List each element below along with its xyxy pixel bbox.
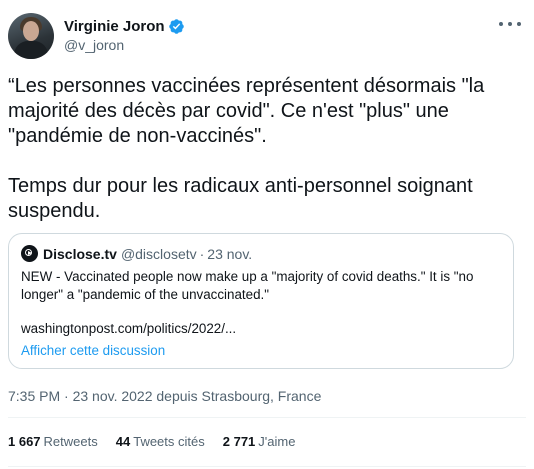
quote-tweets-label: Tweets cités bbox=[133, 434, 205, 449]
quoted-author-name: Disclose.tv bbox=[43, 245, 117, 262]
retweets-count: 1 667 bbox=[8, 434, 41, 449]
tweet: Virginie Joron @v_joron “Les personnes v… bbox=[0, 0, 534, 469]
author-name[interactable]: Virginie Joron bbox=[64, 17, 165, 36]
divider bbox=[8, 466, 526, 467]
likes-stat[interactable]: 2 771 J'aime bbox=[223, 433, 296, 451]
author-name-row[interactable]: Virginie Joron bbox=[64, 17, 185, 36]
tweet-header: Virginie Joron @v_joron bbox=[8, 13, 185, 59]
tweet-text: “Les personnes vaccinées représentent dé… bbox=[8, 75, 485, 222]
quoted-author-handle: @disclosetv bbox=[120, 245, 197, 262]
quoted-tweet-text: NEW - Vaccinated people now make up a "m… bbox=[21, 269, 474, 302]
quoted-avatar-icon bbox=[21, 245, 38, 262]
show-thread-link[interactable]: Afficher cette discussion bbox=[21, 342, 165, 360]
author-handle[interactable]: @v_joron bbox=[64, 36, 185, 55]
more-options-icon[interactable] bbox=[499, 16, 521, 32]
quote-tweets-stat[interactable]: 44 Tweets cités bbox=[116, 433, 205, 451]
likes-count: 2 771 bbox=[222, 434, 256, 449]
likes-label: J'aime bbox=[258, 434, 296, 449]
quoted-separator: · bbox=[199, 245, 205, 262]
quoted-tweet-header: Disclose.tv @disclosetv · 23 nov. bbox=[21, 245, 252, 262]
quoted-tweet[interactable]: Disclose.tv @disclosetv · 23 nov. NEW - … bbox=[8, 233, 514, 369]
author-info: Virginie Joron @v_joron bbox=[64, 17, 185, 55]
retweets-stat[interactable]: 1 667 Retweets bbox=[8, 433, 98, 451]
verified-badge-icon bbox=[168, 19, 184, 34]
tweet-timestamp[interactable]: 7:35 PM · 23 nov. 2022 depuis Strasbourg… bbox=[8, 387, 321, 405]
tweet-stats: 1 667 Retweets 44 Tweets cités 2 771 J'aime bbox=[8, 433, 313, 451]
quoted-link[interactable]: washingtonpost.com/politics/2022/... bbox=[21, 320, 236, 338]
retweets-label: Retweets bbox=[43, 434, 98, 449]
quoted-date: 23 nov. bbox=[207, 245, 253, 262]
avatar[interactable] bbox=[8, 13, 54, 59]
quote-tweets-count: 44 bbox=[115, 434, 131, 449]
divider bbox=[8, 417, 526, 418]
